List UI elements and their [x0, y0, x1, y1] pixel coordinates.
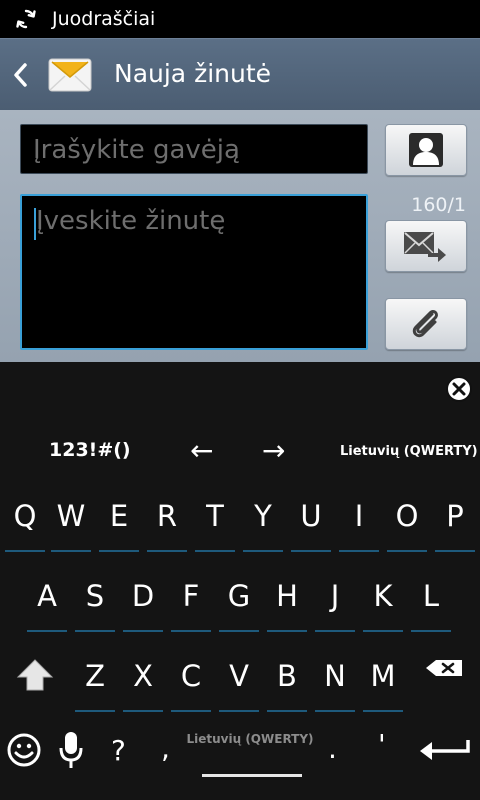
compose-area: Įrašykite gavėją Įveskite žinutę 160/1: [0, 110, 480, 362]
space-language-label: Lietuvių (QWERTY): [186, 732, 314, 746]
key-i[interactable]: I: [337, 486, 381, 558]
key-label: N: [324, 659, 346, 693]
key-t[interactable]: T: [193, 486, 237, 558]
shift-icon[interactable]: [12, 656, 58, 696]
key-m[interactable]: M: [361, 646, 405, 718]
key-y[interactable]: Y: [241, 486, 285, 558]
key-label: S: [85, 579, 105, 613]
char-counter: 160/1: [411, 194, 466, 216]
key-w[interactable]: W: [49, 486, 93, 558]
send-button[interactable]: [385, 220, 467, 272]
key-label: Z: [85, 659, 105, 693]
enter-icon[interactable]: [418, 738, 472, 764]
key-label: V: [229, 659, 249, 693]
key-question[interactable]: ?: [111, 734, 126, 767]
key-g[interactable]: G: [217, 566, 261, 638]
key-e[interactable]: E: [97, 486, 141, 558]
message-envelope-icon: [48, 58, 92, 92]
key-label: A: [37, 579, 57, 613]
send-icon: [404, 232, 446, 262]
status-bar: Juodraščiai: [0, 0, 480, 38]
key-label: K: [373, 579, 393, 613]
key-label: H: [276, 579, 298, 613]
keyboard-toolbar: 123!#() ← → Lietuvių (QWERTY): [0, 432, 480, 472]
key-label: R: [156, 499, 178, 533]
space-key[interactable]: Lietuvių (QWERTY): [180, 722, 320, 786]
emoji-icon[interactable]: [6, 732, 42, 768]
key-label: U: [300, 499, 322, 533]
status-title: Juodraščiai: [52, 8, 156, 30]
key-label: P: [446, 499, 464, 533]
paperclip-icon: [412, 310, 438, 338]
action-bar: Nauja žinutė: [0, 38, 480, 110]
key-u[interactable]: U: [289, 486, 333, 558]
key-label: E: [109, 499, 129, 533]
key-label: Q: [13, 499, 37, 533]
key-comma[interactable]: ,: [161, 732, 170, 765]
key-b[interactable]: B: [265, 646, 309, 718]
key-c[interactable]: C: [169, 646, 213, 718]
key-a[interactable]: A: [25, 566, 69, 638]
key-r[interactable]: R: [145, 486, 189, 558]
key-label: F: [182, 579, 200, 613]
key-p[interactable]: P: [433, 486, 477, 558]
cursor-right-key[interactable]: →: [262, 434, 285, 467]
key-q[interactable]: Q: [3, 486, 47, 558]
key-z[interactable]: Z: [73, 646, 117, 718]
key-label: G: [227, 579, 251, 613]
contact-picker-button[interactable]: [385, 124, 467, 176]
backspace-icon[interactable]: [422, 656, 466, 690]
key-x[interactable]: X: [121, 646, 165, 718]
key-h[interactable]: H: [265, 566, 309, 638]
close-keyboard-icon[interactable]: [445, 375, 473, 403]
key-period[interactable]: .: [328, 732, 337, 765]
screen-title: Nauja žinutė: [114, 59, 272, 88]
key-label: M: [370, 659, 396, 693]
recipient-input[interactable]: Įrašykite gavėją: [20, 124, 368, 174]
microphone-icon[interactable]: [58, 730, 84, 770]
message-input[interactable]: Įveskite žinutę: [20, 194, 368, 350]
attach-button[interactable]: [385, 298, 467, 350]
message-placeholder: Įveskite žinutę: [36, 206, 226, 236]
language-selector[interactable]: Lietuvių (QWERTY): [340, 444, 478, 459]
key-label: O: [395, 499, 419, 533]
recipient-placeholder: Įrašykite gavėją: [33, 135, 240, 165]
key-label: W: [56, 499, 86, 533]
key-label: C: [180, 659, 202, 693]
key-v[interactable]: V: [217, 646, 261, 718]
key-k[interactable]: K: [361, 566, 405, 638]
key-label: I: [354, 499, 364, 533]
cursor-left-key[interactable]: ←: [190, 434, 213, 467]
contact-icon: [409, 133, 443, 167]
key-n[interactable]: N: [313, 646, 357, 718]
key-apostrophe[interactable]: ': [378, 728, 386, 761]
key-label: L: [422, 579, 440, 613]
back-chevron-icon[interactable]: [10, 61, 30, 89]
key-l[interactable]: L: [409, 566, 453, 638]
key-label: J: [330, 579, 340, 613]
key-f[interactable]: F: [169, 566, 213, 638]
key-s[interactable]: S: [73, 566, 117, 638]
symbols-key[interactable]: 123!#(): [49, 439, 131, 461]
key-label: B: [277, 659, 297, 693]
key-label: D: [131, 579, 155, 613]
sync-icon: [16, 9, 36, 29]
key-label: X: [133, 659, 153, 693]
key-o[interactable]: O: [385, 486, 429, 558]
keyboard: 123!#() ← → Lietuvių (QWERTY) Q W E R T …: [0, 362, 480, 800]
key-j[interactable]: J: [313, 566, 357, 638]
key-label: T: [206, 499, 224, 533]
key-d[interactable]: D: [121, 566, 165, 638]
key-label: Y: [254, 499, 272, 533]
